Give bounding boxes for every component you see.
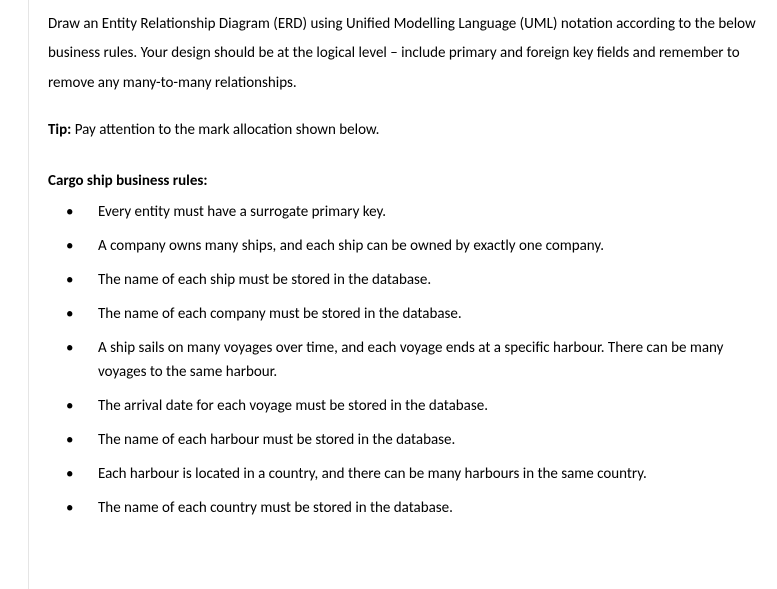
list-item: Every entity must have a surrogate prima…	[66, 200, 757, 224]
list-item: The name of each company must be stored …	[66, 302, 757, 326]
list-item: A ship sails on many voyages over time, …	[66, 336, 757, 384]
section-heading: Cargo ship business rules:	[48, 167, 757, 196]
list-item: The name of each country must be stored …	[66, 496, 757, 520]
list-item: The arrival date for each voyage must be…	[66, 394, 757, 418]
list-item: The name of each harbour must be stored …	[66, 428, 757, 452]
rules-list: Every entity must have a surrogate prima…	[48, 200, 757, 520]
intro-paragraph: Draw an Entity Relationship Diagram (ERD…	[48, 10, 757, 98]
list-item: A company owns many ships, and each ship…	[66, 234, 757, 258]
intro-block: Draw an Entity Relationship Diagram (ERD…	[48, 10, 757, 98]
list-item: The name of each ship must be stored in …	[66, 268, 757, 292]
page-left-margin-line	[28, 0, 29, 589]
tip-text: Pay attention to the mark allocation sho…	[71, 121, 379, 139]
list-item: Each harbour is located in a country, an…	[66, 462, 757, 486]
tip-label: Tip:	[48, 121, 71, 139]
tip-line: Tip: Pay attention to the mark allocatio…	[48, 116, 757, 145]
